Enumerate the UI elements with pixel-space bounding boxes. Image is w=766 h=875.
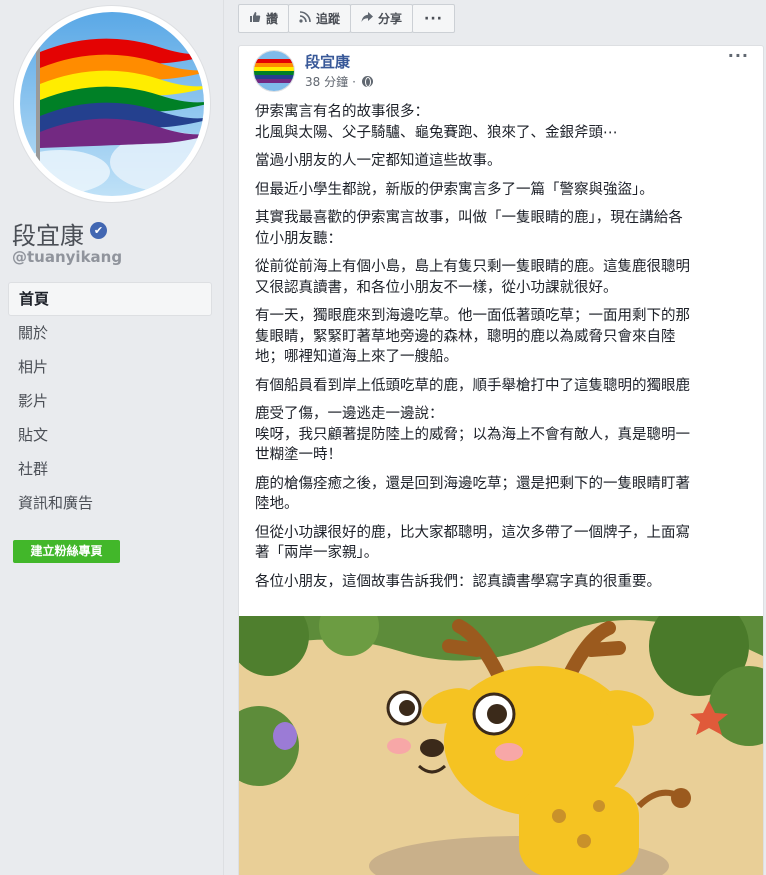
globe-icon[interactable] [361, 76, 373, 87]
thumbs-up-icon [249, 11, 261, 26]
share-button-label: 分享 [378, 12, 403, 26]
follow-button[interactable]: 追蹤 [288, 4, 352, 33]
post-paragraph: 鹿受了傷，一邊逃走一邊說： 唉呀，我只顧著提防陸上的威脅；以為海上不會有敵人，真是… [255, 404, 755, 466]
nav-item-home[interactable]: 首頁 [8, 282, 212, 316]
post-meta: 38 分鐘 · [305, 73, 373, 90]
like-button-label: 讚 [266, 12, 279, 26]
post-card: 段宜康 38 分鐘 · ··· 伊索寓言有名的故事很多： 北風與太陽、父子騎驢、龜… [238, 45, 764, 875]
page-action-bar: 讚 追蹤 分享 ··· [238, 4, 456, 33]
post-text-line: 伊索寓言有名的故事很多： [255, 104, 429, 120]
post-text-line: 但從小功課很好的鹿，比大家都聰明，這次多帶了一個牌子，上面寫 [255, 524, 690, 541]
post-author-avatar[interactable] [253, 50, 295, 92]
post-text-line: 世糊塗一時！ [255, 447, 342, 463]
post-text-line: 位小朋友聽： [255, 230, 342, 247]
profile-picture[interactable] [14, 6, 210, 202]
nav-item-community[interactable]: 社群 [8, 452, 212, 486]
post-paragraph: 從前從前海上有個小島，島上有隻只剩一隻眼睛的鹿。這隻鹿很聰明 又很認真讀書，和各位… [255, 257, 755, 298]
post-paragraph: 各位小朋友，這個故事告訴我們：認真讀書學寫字真的很重要。 [255, 572, 755, 593]
page-name[interactable]: 段宜康 ✔ [12, 216, 107, 251]
page-handle[interactable]: @tuanyikang [12, 248, 122, 266]
post-text-line: 有個船員看到岸上低頭吃草的鹿，順手舉槍打中了這隻聰明的獨眼鹿 [255, 377, 690, 394]
rss-icon [299, 11, 311, 26]
post-author-name[interactable]: 段宜康 [305, 51, 350, 72]
nav-item-about[interactable]: 關於 [8, 316, 212, 350]
post-text-line: 地；哪裡知道海上來了一艘船。 [255, 349, 458, 365]
cartoon-deer-image [239, 616, 763, 875]
post-text-line: 鹿的槍傷痊癒之後，還是回到海邊吃草；還是把剩下的一隻眼睛盯著 [255, 475, 690, 492]
post-paragraph: 當過小朋友的人一定都知道這些故事。 [255, 151, 755, 172]
post-text-line: 各位小朋友，這個故事告訴我們：認真讀書學寫字真的很重要。 [255, 573, 661, 590]
more-options-button[interactable]: ··· [412, 4, 456, 33]
post-text-line: 又很認真讀書，和各位小朋友不一樣，從小功課就很好。 [255, 279, 618, 296]
post-paragraph: 伊索寓言有名的故事很多： 北風與太陽、父子騎驢、龜兔賽跑、狼來了、金銀斧頭⋯ [255, 102, 755, 143]
meta-dot: · [352, 74, 356, 89]
post-text: 伊索寓言有名的故事很多： 北風與太陽、父子騎驢、龜兔賽跑、狼來了、金銀斧頭⋯ 當過小… [255, 102, 755, 600]
post-text-line: 其實我最喜歡的伊索寓言故事，叫做「一隻眼睛的鹿」，現在講給各 [255, 210, 683, 226]
post-options-button[interactable]: ··· [728, 46, 749, 65]
nav-item-posts[interactable]: 貼文 [8, 418, 212, 452]
post-paragraph: 有一天，獨眼鹿來到海邊吃草。他一面低著頭吃草；一面用剩下的那 隻眼睛，緊緊盯著草地… [255, 306, 755, 368]
post-text-line: 陸地。 [255, 496, 299, 512]
post-text-line: 鹿受了傷，一邊逃走一邊說： [255, 406, 444, 422]
post-paragraph: 其實我最喜歡的伊索寓言故事，叫做「一隻眼睛的鹿」，現在講給各 位小朋友聽： [255, 208, 755, 249]
post-image[interactable] [239, 616, 763, 875]
post-text-line: 但最近小學生都說，新版的伊索寓言多了一篇「警察與強盜」。 [255, 181, 654, 198]
post-text-line: 從前從前海上有個小島，島上有隻只剩一隻眼睛的鹿。這隻鹿很聰明 [255, 259, 690, 275]
rainbow-flag-image [20, 12, 204, 196]
post-text-line: 著「兩岸一家親」。 [255, 545, 379, 561]
left-sidebar: 段宜康 ✔ @tuanyikang 首頁 關於 相片 影片 貼文 社群 資訊和廣… [0, 0, 224, 875]
post-text-line: 北風與太陽、父子騎驢、龜兔賽跑、狼來了、金銀斧頭⋯ [255, 124, 618, 141]
post-paragraph: 但最近小學生都說，新版的伊索寓言多了一篇「警察與強盜」。 [255, 180, 755, 201]
post-paragraph: 鹿的槍傷痊癒之後，還是回到海邊吃草；還是把剩下的一隻眼睛盯著 陸地。 [255, 474, 755, 515]
nav-item-videos[interactable]: 影片 [8, 384, 212, 418]
share-button[interactable]: 分享 [350, 4, 414, 33]
post-text-line: 唉呀，我只顧著提防陸上的威脅；以為海上不會有敵人，真是聰明一 [255, 426, 690, 443]
rainbow-flag-thumbnail [254, 51, 294, 91]
page: 段宜康 ✔ @tuanyikang 首頁 關於 相片 影片 貼文 社群 資訊和廣… [0, 0, 766, 875]
page-nav: 首頁 關於 相片 影片 貼文 社群 資訊和廣告 [8, 282, 212, 520]
verified-badge-icon: ✔ [90, 222, 107, 239]
post-timestamp[interactable]: 38 分鐘 [305, 73, 348, 90]
nav-item-photos[interactable]: 相片 [8, 350, 212, 384]
post-text-line: 隻眼睛，緊緊盯著草地旁邊的森林，聰明的鹿以為威脅只會來自陸 [255, 328, 676, 345]
post-paragraph: 但從小功課很好的鹿，比大家都聰明，這次多帶了一個牌子，上面寫 著「兩岸一家親」。 [255, 523, 755, 564]
post-text-line: 有一天，獨眼鹿來到海邊吃草。他一面低著頭吃草；一面用剩下的那 [255, 308, 690, 324]
follow-button-label: 追蹤 [316, 12, 341, 26]
page-name-text[interactable]: 段宜康 [12, 216, 84, 251]
like-button[interactable]: 讚 [238, 4, 290, 33]
post-paragraph: 有個船員看到岸上低頭吃草的鹿，順手舉槍打中了這隻聰明的獨眼鹿 [255, 376, 755, 397]
share-arrow-icon [361, 11, 374, 26]
post-text-line: 當過小朋友的人一定都知道這些故事。 [255, 153, 502, 169]
nav-item-info-and-ads[interactable]: 資訊和廣告 [8, 486, 212, 520]
create-page-button[interactable]: 建立粉絲專頁 [13, 540, 120, 563]
